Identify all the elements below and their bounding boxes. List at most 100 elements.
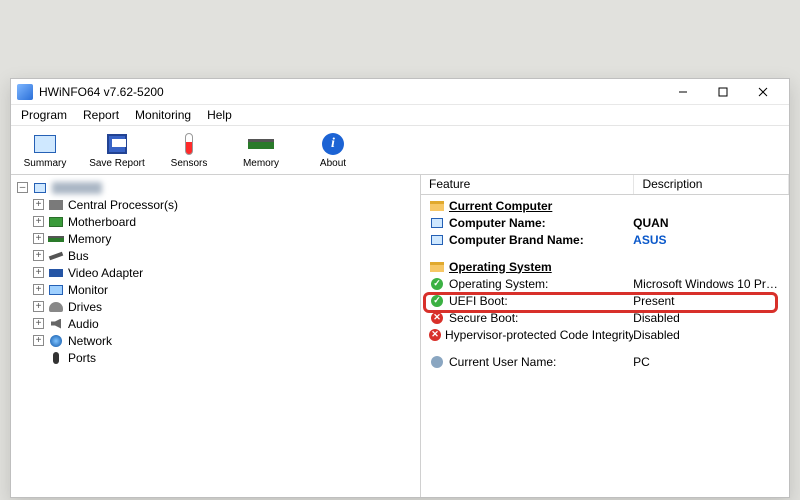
collapse-icon[interactable]: – (17, 182, 28, 193)
audio-icon (51, 319, 61, 329)
cross-icon: ✕ (429, 329, 441, 341)
maximize-button[interactable] (703, 79, 743, 105)
check-icon: ✓ (431, 278, 443, 290)
hvci-label: Hypervisor-protected Code Integrity... (445, 328, 633, 342)
brand-label: Computer Brand Name: (449, 233, 584, 247)
row-current-computer-header[interactable]: Current Computer (421, 197, 789, 214)
toolbar-about[interactable]: i About (305, 127, 361, 173)
user-icon (431, 356, 443, 368)
app-window: HWiNFO64 v7.62-5200 Program Report Monit… (10, 78, 790, 498)
tree-item-audio[interactable]: + Audio (13, 315, 418, 332)
toolbar-memory[interactable]: Memory (233, 127, 289, 173)
memory-icon (248, 139, 274, 149)
tree-item-vga[interactable]: + Video Adapter (13, 264, 418, 281)
uefi-label: UEFI Boot: (449, 294, 508, 308)
menu-help[interactable]: Help (201, 106, 238, 124)
row-os[interactable]: ✓Operating System: Microsoft Windows 10 … (421, 275, 789, 292)
content-body: – +Central Processor(s)+Motherboard+Memo… (11, 175, 789, 497)
expand-icon[interactable]: + (33, 318, 44, 329)
app-icon (17, 84, 33, 100)
expand-icon[interactable]: + (33, 199, 44, 210)
os-header-label: Operating System (449, 260, 552, 274)
row-os-header[interactable]: Operating System (421, 258, 789, 275)
row-secure-boot[interactable]: ✕Secure Boot: Disabled (421, 309, 789, 326)
computer-icon (431, 218, 443, 228)
expand-icon[interactable]: + (33, 301, 44, 312)
hvci-value: Disabled (633, 328, 781, 342)
tree-item-mobo[interactable]: + Motherboard (13, 213, 418, 230)
device-tree[interactable]: – +Central Processor(s)+Motherboard+Memo… (11, 175, 421, 497)
monitor-icon (34, 135, 56, 153)
current-computer-label: Current Computer (449, 199, 552, 213)
tree-item-label: Monitor (68, 283, 108, 297)
window-controls (663, 79, 783, 105)
thermometer-icon (185, 133, 193, 155)
row-uefi[interactable]: ✓UEFI Boot: Present (421, 292, 789, 309)
toolbar-memory-label: Memory (243, 158, 279, 169)
uefi-value: Present (633, 294, 781, 308)
col-feature[interactable]: Feature (421, 175, 634, 194)
expand-icon[interactable]: + (33, 335, 44, 346)
folder-icon (430, 262, 444, 272)
info-icon: i (322, 133, 344, 155)
menu-monitoring[interactable]: Monitoring (129, 106, 197, 124)
menu-report[interactable]: Report (77, 106, 125, 124)
toolbar-save-report[interactable]: Save Report (89, 127, 145, 173)
tree-item-label: Memory (68, 232, 111, 246)
net-icon (50, 335, 62, 347)
tree-item-cpu[interactable]: +Central Processor(s) (13, 196, 418, 213)
os-label: Operating System: (449, 277, 548, 291)
monitor-icon (49, 285, 63, 295)
column-headers: Feature Description (421, 175, 789, 195)
tree-item-label: Audio (68, 317, 99, 331)
expand-icon[interactable]: + (33, 216, 44, 227)
toolbar: Summary Save Report Sensors Memory i Abo… (11, 125, 789, 175)
toolbar-summary-label: Summary (24, 158, 67, 169)
tree-item-label: Drives (68, 300, 102, 314)
cpu-icon (49, 200, 63, 210)
expand-icon[interactable]: + (33, 250, 44, 261)
tree-item-drive[interactable]: + Drives (13, 298, 418, 315)
row-hvci[interactable]: ✕Hypervisor-protected Code Integrity... … (421, 326, 789, 343)
window-title: HWiNFO64 v7.62-5200 (39, 85, 663, 99)
drive-icon (49, 302, 63, 312)
titlebar: HWiNFO64 v7.62-5200 (11, 79, 789, 105)
tree-root[interactable]: – (13, 179, 418, 196)
computer-icon (34, 183, 46, 193)
toolbar-sensors[interactable]: Sensors (161, 127, 217, 173)
folder-icon (430, 201, 444, 211)
mobo-icon (49, 217, 63, 227)
minimize-button[interactable] (663, 79, 703, 105)
toolbar-summary[interactable]: Summary (17, 127, 73, 173)
secure-value: Disabled (633, 311, 781, 325)
root-label-blurred (52, 182, 102, 194)
tree-item-bus[interactable]: +Bus (13, 247, 418, 264)
toolbar-about-label: About (320, 158, 346, 169)
row-user[interactable]: Current User Name: PC (421, 353, 789, 370)
row-brand-name[interactable]: Computer Brand Name: ASUS (421, 231, 789, 248)
tree-item-monitor[interactable]: + Monitor (13, 281, 418, 298)
tree-item-label: Network (68, 334, 112, 348)
detail-panel: Feature Description Current Computer Com… (421, 175, 789, 497)
tree-item-port[interactable]: Ports (13, 349, 418, 366)
bus-icon (49, 251, 64, 260)
col-description[interactable]: Description (634, 175, 789, 194)
port-icon (53, 352, 59, 364)
expand-icon[interactable]: + (33, 233, 44, 244)
tree-item-label: Motherboard (68, 215, 136, 229)
menubar: Program Report Monitoring Help (11, 105, 789, 125)
detail-rows: Current Computer Computer Name: QUAN Com… (421, 195, 789, 497)
tree-item-label: Video Adapter (68, 266, 143, 280)
expand-icon[interactable]: + (33, 267, 44, 278)
expand-icon[interactable]: + (33, 284, 44, 295)
row-computer-name[interactable]: Computer Name: QUAN (421, 214, 789, 231)
tree-item-net[interactable]: + Network (13, 332, 418, 349)
tree-item-label: Ports (68, 351, 96, 365)
menu-program[interactable]: Program (15, 106, 73, 124)
mem-icon (48, 236, 64, 242)
toolbar-save-label: Save Report (89, 158, 145, 169)
tree-item-mem[interactable]: + Memory (13, 230, 418, 247)
close-button[interactable] (743, 79, 783, 105)
computer-name-label: Computer Name: (449, 216, 546, 230)
toolbar-sensors-label: Sensors (171, 158, 208, 169)
